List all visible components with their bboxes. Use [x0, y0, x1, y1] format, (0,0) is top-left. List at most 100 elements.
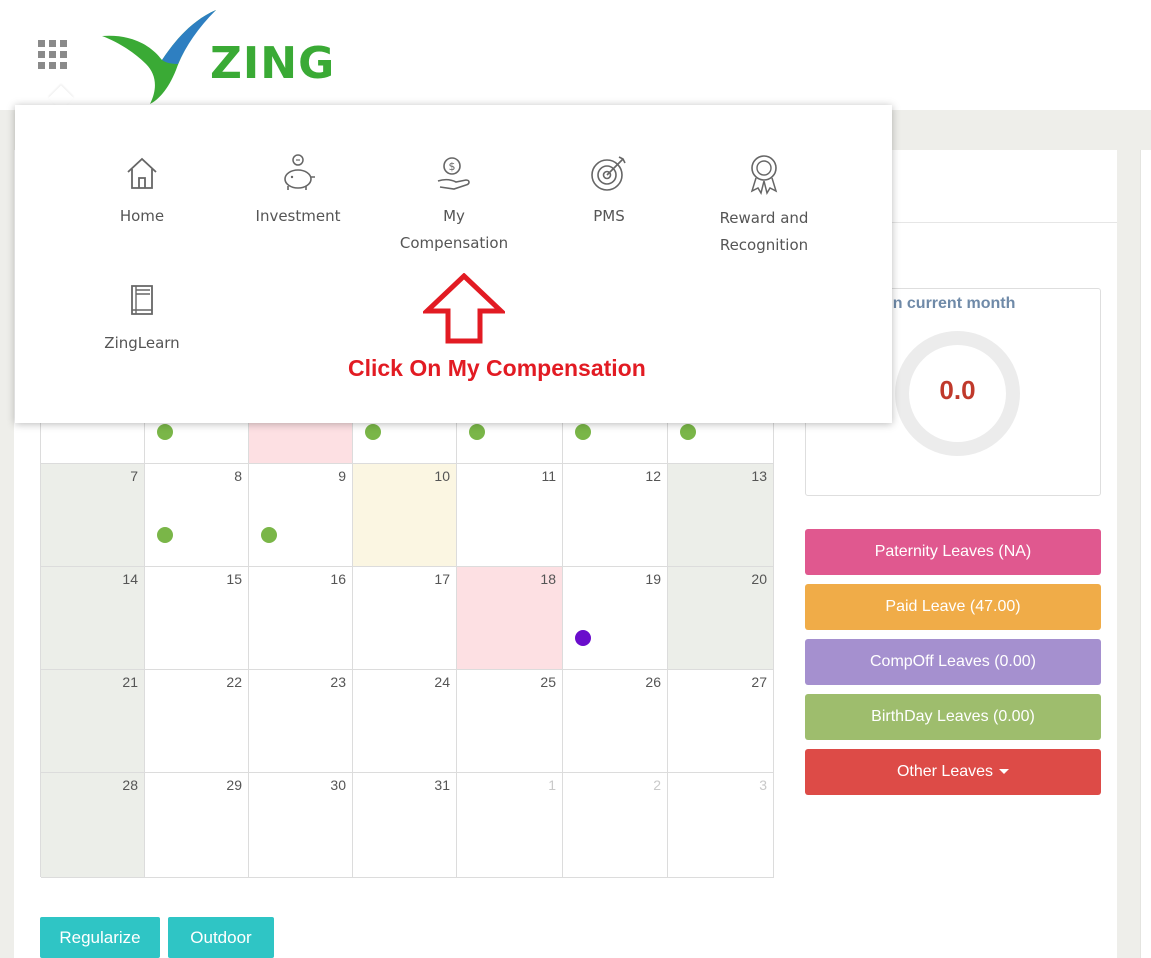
present-dot [575, 424, 591, 440]
regularize-button[interactable]: Regularize [40, 917, 160, 958]
button-label: Paid Leave (47.00) [885, 598, 1021, 615]
birthday-leaves-button[interactable]: BirthDay Leaves (0.00) [805, 694, 1101, 740]
day-number: 21 [122, 674, 138, 690]
calendar-day-cell[interactable]: 7 [41, 464, 145, 567]
app-my-compensation[interactable]: $ My Compensation [379, 153, 529, 257]
zing-logo[interactable]: ZING [100, 8, 340, 108]
day-number: 17 [434, 571, 450, 587]
app-label: My Compensation [399, 207, 509, 252]
calendar-day-cell[interactable]: 2 [563, 773, 668, 878]
target-icon [591, 156, 626, 191]
day-number: 22 [226, 674, 242, 690]
other-leaves-dropdown[interactable]: Other Leaves [805, 749, 1101, 795]
caret-down-icon [999, 769, 1010, 775]
app-label: Reward and Recognition [719, 209, 809, 254]
day-number: 2 [653, 777, 661, 793]
instruction-text: Click On My Compensation [348, 355, 646, 381]
day-number: 14 [122, 571, 138, 587]
award-ribbon-icon [750, 155, 778, 195]
day-number: 13 [751, 468, 767, 484]
button-label: BirthDay Leaves (0.00) [871, 708, 1035, 725]
calendar-day-cell[interactable]: 8 [145, 464, 249, 567]
apps-grid-icon[interactable] [38, 40, 72, 74]
app-home[interactable]: Home [67, 153, 217, 230]
day-number: 7 [130, 468, 138, 484]
calendar-week-row: 21 22 23 24 25 26 27 [41, 670, 774, 773]
present-dot [157, 527, 173, 543]
day-number: 31 [434, 777, 450, 793]
day-number: 30 [330, 777, 346, 793]
day-number: 26 [645, 674, 661, 690]
app-reward-recognition[interactable]: Reward and Recognition [689, 153, 839, 259]
day-number: 10 [434, 468, 450, 484]
calendar-day-cell[interactable]: 12 [563, 464, 668, 567]
day-number: 9 [338, 468, 346, 484]
book-icon [131, 285, 153, 315]
right-panel-edge [1140, 150, 1151, 958]
calendar-day-cell[interactable]: 26 [563, 670, 668, 773]
calendar-day-cell[interactable]: 30 [249, 773, 353, 878]
day-number: 24 [434, 674, 450, 690]
app-zinglearn[interactable]: ZingLearn [67, 280, 217, 357]
calendar-day-cell[interactable]: 20 [668, 567, 774, 670]
calendar-day-cell[interactable]: 16 [249, 567, 353, 670]
compoff-leaves-button[interactable]: CompOff Leaves (0.00) [805, 639, 1101, 685]
home-icon [127, 157, 157, 189]
calendar-day-cell[interactable]: 23 [249, 670, 353, 773]
calendar-day-cell[interactable]: 13 [668, 464, 774, 567]
hummingbird-logo-icon [102, 10, 216, 104]
app-label: Home [119, 207, 165, 225]
day-number: 29 [226, 777, 242, 793]
paid-leave-button[interactable]: Paid Leave (47.00) [805, 584, 1101, 630]
apps-menu-popup: Home Investment $ My Compensation PMS Re… [15, 105, 892, 423]
calendar-day-cell[interactable]: 28 [41, 773, 145, 878]
calendar-day-cell[interactable]: 31 [353, 773, 457, 878]
calendar-day-cell[interactable]: 10 [353, 464, 457, 567]
calendar-week-row: 14 15 16 17 18 19 20 [41, 567, 774, 670]
calendar-day-cell[interactable]: 29 [145, 773, 249, 878]
day-number: 28 [122, 777, 138, 793]
calendar-day-cell[interactable]: 1 [457, 773, 563, 878]
app-label: PMS [593, 207, 625, 225]
button-label: CompOff Leaves (0.00) [869, 653, 1036, 670]
app-label: ZingLearn [104, 334, 180, 352]
calendar-day-cell[interactable]: 15 [145, 567, 249, 670]
calendar-day-cell[interactable]: 9 [249, 464, 353, 567]
day-number: 11 [541, 468, 556, 484]
hand-coin-icon: $ [437, 157, 470, 190]
brand-name: ZING [210, 38, 336, 89]
calendar-day-cell[interactable]: 24 [353, 670, 457, 773]
button-label: Outdoor [190, 928, 252, 947]
day-number: 3 [759, 777, 767, 793]
calendar-day-cell[interactable]: 25 [457, 670, 563, 773]
calendar-day-cell[interactable]: 11 [457, 464, 563, 567]
calendar-day-cell[interactable]: 27 [668, 670, 774, 773]
app-pms[interactable]: PMS [534, 153, 684, 230]
calendar-day-cell[interactable]: 3 [668, 773, 774, 878]
calendar-day-cell[interactable]: 14 [41, 567, 145, 670]
outdoor-button[interactable]: Outdoor [168, 917, 274, 958]
calendar-day-cell[interactable]: 19 [563, 567, 668, 670]
calendar-day-cell[interactable]: 21 [41, 670, 145, 773]
day-number: 19 [645, 571, 661, 587]
present-dot [365, 424, 381, 440]
present-dot [261, 527, 277, 543]
day-number: 25 [540, 674, 556, 690]
calendar-week-row: 7 8 9 10 11 12 13 [41, 464, 774, 567]
calendar-week-row: 28 29 30 31 1 2 3 [41, 773, 774, 878]
calendar-day-cell[interactable]: 17 [353, 567, 457, 670]
up-arrow-annotation-icon [423, 273, 505, 344]
button-label: Other Leaves [896, 763, 994, 780]
piggy-bank-icon [284, 154, 315, 190]
day-number: 8 [234, 468, 242, 484]
paternity-leaves-button[interactable]: Paternity Leaves (NA) [805, 529, 1101, 575]
day-number: 27 [751, 674, 767, 690]
button-label: Regularize [59, 928, 141, 947]
attendance-calendar: 7 8 9 10 11 12 13 14 15 16 17 18 19 20 2… [40, 360, 774, 878]
present-dot [469, 424, 485, 440]
button-label: Paternity Leaves (NA) [874, 543, 1032, 560]
calendar-day-cell[interactable]: 22 [145, 670, 249, 773]
calendar-day-cell[interactable]: 18 [457, 567, 563, 670]
present-dot [157, 424, 173, 440]
app-investment[interactable]: Investment [223, 153, 373, 230]
